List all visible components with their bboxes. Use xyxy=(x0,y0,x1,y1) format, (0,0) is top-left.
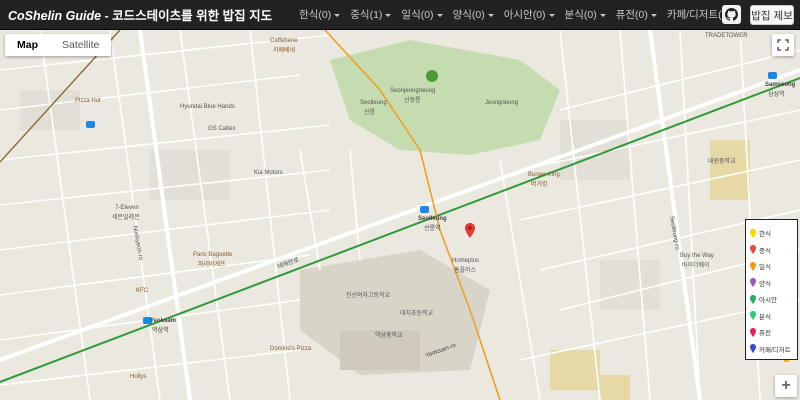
map-type-control: Map Satellite xyxy=(5,34,112,56)
fullscreen-button[interactable] xyxy=(772,34,794,56)
menu-western-label: 양식(0) xyxy=(452,9,485,21)
report-restaurant-button[interactable]: 밥집 제보 xyxy=(750,5,794,25)
category-legend: 한식중식일식양식아시안분식퓨전카페/디저트 xyxy=(745,219,798,360)
legend-item-label: 아시안 xyxy=(759,297,777,305)
legend-item-label: 중식 xyxy=(759,247,771,255)
menu-japanese-label: 일식(0) xyxy=(401,9,434,21)
menu-asian[interactable]: 아시안(0) xyxy=(499,7,560,22)
legend-marker-icon xyxy=(750,344,756,354)
legend-marker-icon xyxy=(750,294,756,304)
map-tiles xyxy=(0,30,800,400)
legend-item: 퓨전 xyxy=(750,324,793,341)
legend-item: 중식 xyxy=(750,242,793,259)
menu-japanese[interactable]: 일식(0) xyxy=(396,7,447,22)
legend-item-label: 양식 xyxy=(759,280,771,288)
legend-item-label: 분식 xyxy=(759,313,771,321)
menu-korean-label: 한식(0) xyxy=(299,9,332,21)
app-title[interactable]: CoShelin Guide - 코드스테이츠를 위한 밥집 지도 xyxy=(0,5,272,24)
legend-marker-icon xyxy=(750,228,756,238)
legend-item: 아시안 xyxy=(750,291,793,308)
menu-korean[interactable]: 한식(0) xyxy=(294,7,345,22)
brand-subtitle: - 코드스테이츠를 위한 밥집 지도 xyxy=(101,9,273,23)
legend-item: 한식 xyxy=(750,225,793,242)
legend-item: 양식 xyxy=(750,275,793,292)
github-icon xyxy=(725,8,738,21)
map-type-satellite-button[interactable]: Satellite xyxy=(50,34,111,56)
fullscreen-icon xyxy=(777,39,789,51)
menu-snack-label: 분식(0) xyxy=(564,9,597,21)
legend-item-label: 한식 xyxy=(759,231,771,239)
caret-icon xyxy=(385,13,392,17)
legend-item-label: 일식 xyxy=(759,264,771,272)
menu-western[interactable]: 양식(0) xyxy=(448,7,499,22)
legend-marker-icon xyxy=(750,261,756,271)
menu-snack[interactable]: 분식(0) xyxy=(560,7,611,22)
category-menu: 한식(0) 중식(1) 일식(0) 양식(0) 아시안(0) 분식(0) 퓨전(… xyxy=(294,7,745,22)
caret-icon xyxy=(436,13,443,17)
map-canvas[interactable]: Seonjeongneung 선정릉 Jeongneung Seolleung … xyxy=(0,30,800,400)
legend-item-label: 퓨전 xyxy=(759,330,771,338)
zoom-in-button[interactable]: + xyxy=(775,375,797,397)
legend-marker-icon xyxy=(750,245,756,255)
map-type-map-button[interactable]: Map xyxy=(5,34,50,56)
menu-asian-label: 아시안(0) xyxy=(503,9,546,21)
brand-name: CoShelin Guide xyxy=(8,9,102,23)
caret-icon xyxy=(599,13,606,17)
legend-marker-icon xyxy=(750,311,756,321)
navbar: CoShelin Guide - 코드스테이츠를 위한 밥집 지도 한식(0) … xyxy=(0,0,800,30)
menu-chinese[interactable]: 중식(1) xyxy=(345,7,396,22)
map-marker[interactable] xyxy=(465,223,475,238)
menu-chinese-label: 중식(1) xyxy=(350,9,383,21)
map-marker-icon xyxy=(465,223,475,238)
caret-icon xyxy=(650,13,657,17)
caret-icon xyxy=(548,13,555,17)
legend-item: 카페/디저트 xyxy=(750,341,793,358)
caret-icon xyxy=(487,13,494,17)
github-button[interactable] xyxy=(722,5,741,24)
legend-item: 분식 xyxy=(750,308,793,325)
legend-marker-icon xyxy=(750,327,756,337)
caret-icon xyxy=(334,13,341,17)
menu-fusion[interactable]: 퓨전(0) xyxy=(611,7,662,22)
legend-item-label: 카페/디저트 xyxy=(759,346,791,354)
menu-fusion-label: 퓨전(0) xyxy=(615,9,648,21)
legend-marker-icon xyxy=(750,278,756,288)
legend-item: 일식 xyxy=(750,258,793,275)
